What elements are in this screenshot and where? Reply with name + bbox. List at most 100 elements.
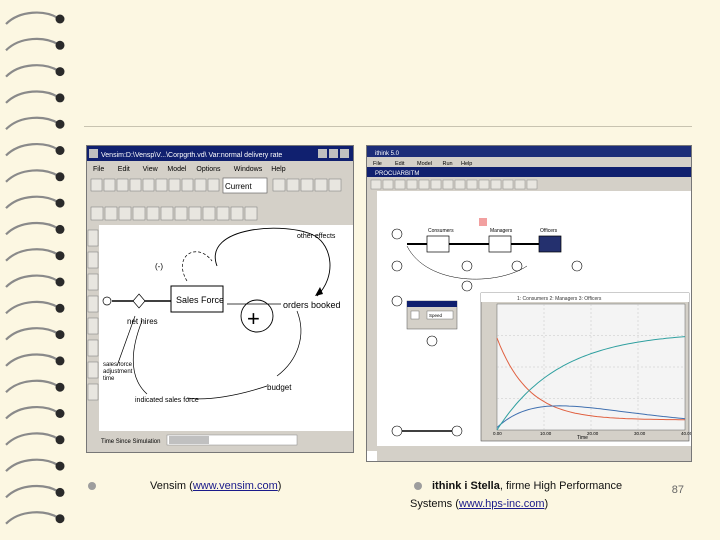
vensim-tool-button[interactable] [142, 178, 155, 192]
hps-link[interactable]: www.hps-inc.com [459, 498, 545, 510]
title-divider [84, 126, 692, 127]
stella-tool-button[interactable] [514, 179, 526, 190]
minimize-button[interactable] [318, 149, 327, 158]
spiral-ring [5, 64, 59, 78]
vensim-analysis-tool[interactable] [87, 383, 99, 401]
stella-tool-button[interactable] [418, 179, 430, 190]
vensim-tool-button[interactable] [168, 178, 181, 192]
budget-var[interactable]: budget [267, 383, 292, 392]
stella-tool-button[interactable] [454, 179, 466, 190]
stella-menu-file[interactable]: File [373, 161, 382, 167]
vensim-tool-button[interactable] [194, 178, 207, 192]
stock-managers[interactable] [488, 235, 512, 253]
vensim-tool-button[interactable] [90, 178, 103, 192]
vensim-sketch-tool[interactable] [160, 206, 174, 221]
stella-menu-edit[interactable]: Edit [395, 161, 405, 167]
vensim-tool-button[interactable] [103, 178, 116, 192]
vensim-tool-button[interactable] [314, 178, 328, 192]
stella-tool-button[interactable] [394, 179, 406, 190]
stella-menu-help[interactable]: Help [461, 161, 472, 167]
caption-stella-line2-text: Systems ( [410, 498, 459, 510]
vensim-tool-button[interactable] [286, 178, 300, 192]
vensim-tool-button[interactable] [129, 178, 142, 192]
spiral-ring [5, 432, 59, 446]
vensim-analysis-tool[interactable] [87, 295, 99, 313]
spiral-hole [55, 435, 65, 445]
sales-force-stock[interactable]: Sales Force [176, 295, 224, 305]
stella-tool-button[interactable] [370, 179, 382, 190]
graph-x-axis-label: Time [577, 435, 588, 441]
vensim-tool-button[interactable] [328, 178, 342, 192]
spiral-hole [55, 330, 65, 340]
spiral-hole [55, 14, 65, 24]
caption-stella-rest: , firme High Performance [499, 480, 623, 492]
spiral-hole [55, 198, 65, 208]
stella-tool-button[interactable] [430, 179, 442, 190]
indicated-sales-force-var[interactable]: indicated sales force [135, 397, 199, 404]
vensim-sketch-tool[interactable] [132, 206, 146, 221]
vensim-sketch-tool[interactable] [188, 206, 202, 221]
vensim-link[interactable]: www.vensim.com [193, 480, 278, 492]
stella-screenshot: ithink 5.0 File Edit Model Run Help PROCUARB… [366, 145, 692, 462]
vensim-sketch-tool[interactable] [90, 206, 104, 221]
spiral-ring [5, 300, 59, 315]
vensim-analysis-tool[interactable] [87, 273, 99, 291]
vensim-sketch-tool[interactable] [146, 206, 160, 221]
vensim-analysis-tool[interactable] [87, 361, 99, 379]
vensim-sketch-tool[interactable] [230, 206, 244, 221]
vensim-tool-button[interactable] [272, 178, 286, 192]
other-effects-var[interactable]: other effects [297, 233, 336, 240]
spiral-binding [5, 11, 65, 525]
vensim-sketch-tool[interactable] [244, 206, 258, 221]
vensim-tool-button[interactable] [207, 178, 220, 192]
vensim-analysis-tool[interactable] [87, 339, 99, 357]
sales-adjustment-var[interactable]: sales force adjustment time [103, 362, 143, 383]
stella-tool-button[interactable] [382, 179, 394, 190]
vensim-tool-button[interactable] [300, 178, 314, 192]
spiral-ring [5, 116, 59, 131]
stella-menu-model[interactable]: Model [417, 161, 432, 167]
stella-tool-button[interactable] [502, 179, 514, 190]
spiral-ring [5, 248, 59, 262]
stella-tool-button[interactable] [466, 179, 478, 190]
vensim-menu-windows[interactable]: Windows [234, 166, 263, 173]
vensim-sketch-tool[interactable] [202, 206, 216, 221]
vensim-tool-button[interactable] [116, 178, 129, 192]
vensim-analysis-tool[interactable] [87, 317, 99, 335]
vensim-tool-button[interactable] [181, 178, 194, 192]
stella-tool-button[interactable] [478, 179, 490, 190]
vensim-analysis-tool[interactable] [87, 229, 99, 247]
close-button[interactable] [340, 149, 349, 158]
vensim-menu-model[interactable]: Model [167, 166, 187, 173]
maximize-button[interactable] [329, 149, 338, 158]
vensim-screenshot: Vensim:D:\Vensp\V...\Corpgrth.vd\ Var:no… [86, 145, 354, 453]
spiral-ring [5, 143, 59, 157]
vensim-sketch-tool[interactable] [104, 206, 118, 221]
spiral-ring [5, 274, 59, 288]
stella-doc-title: PROCUARBITM [375, 171, 419, 177]
stella-tool-button[interactable] [526, 179, 538, 190]
stella-tool-button[interactable] [490, 179, 502, 190]
stock-consumers[interactable] [426, 235, 450, 253]
vensim-menu-help[interactable]: Help [271, 166, 286, 173]
vensim-menu-view[interactable]: View [143, 166, 159, 173]
stock-officers[interactable] [538, 235, 562, 253]
stella-menu-run[interactable]: Run [443, 161, 453, 167]
orders-booked-var[interactable]: orders booked [283, 300, 341, 310]
positive-loop-label: + [247, 306, 260, 331]
vensim-analysis-tool[interactable] [87, 251, 99, 269]
vensim-menu-options[interactable]: Options [196, 166, 221, 173]
stella-tool-button[interactable] [442, 179, 454, 190]
vensim-menu-edit[interactable]: Edit [118, 166, 130, 173]
vensim-sketch-tool[interactable] [216, 206, 230, 221]
spiral-ring [5, 327, 59, 341]
spiral-hole [55, 487, 65, 497]
spiral-hole [55, 409, 65, 418]
spiral-hole [55, 251, 65, 261]
stella-tool-button[interactable] [406, 179, 418, 190]
vensim-sketch-tool[interactable] [118, 206, 132, 221]
vensim-tool-button[interactable] [155, 178, 168, 192]
vensim-menu-file[interactable]: File [93, 166, 104, 173]
spiral-hole [55, 172, 65, 182]
vensim-sketch-tool[interactable] [174, 206, 188, 221]
